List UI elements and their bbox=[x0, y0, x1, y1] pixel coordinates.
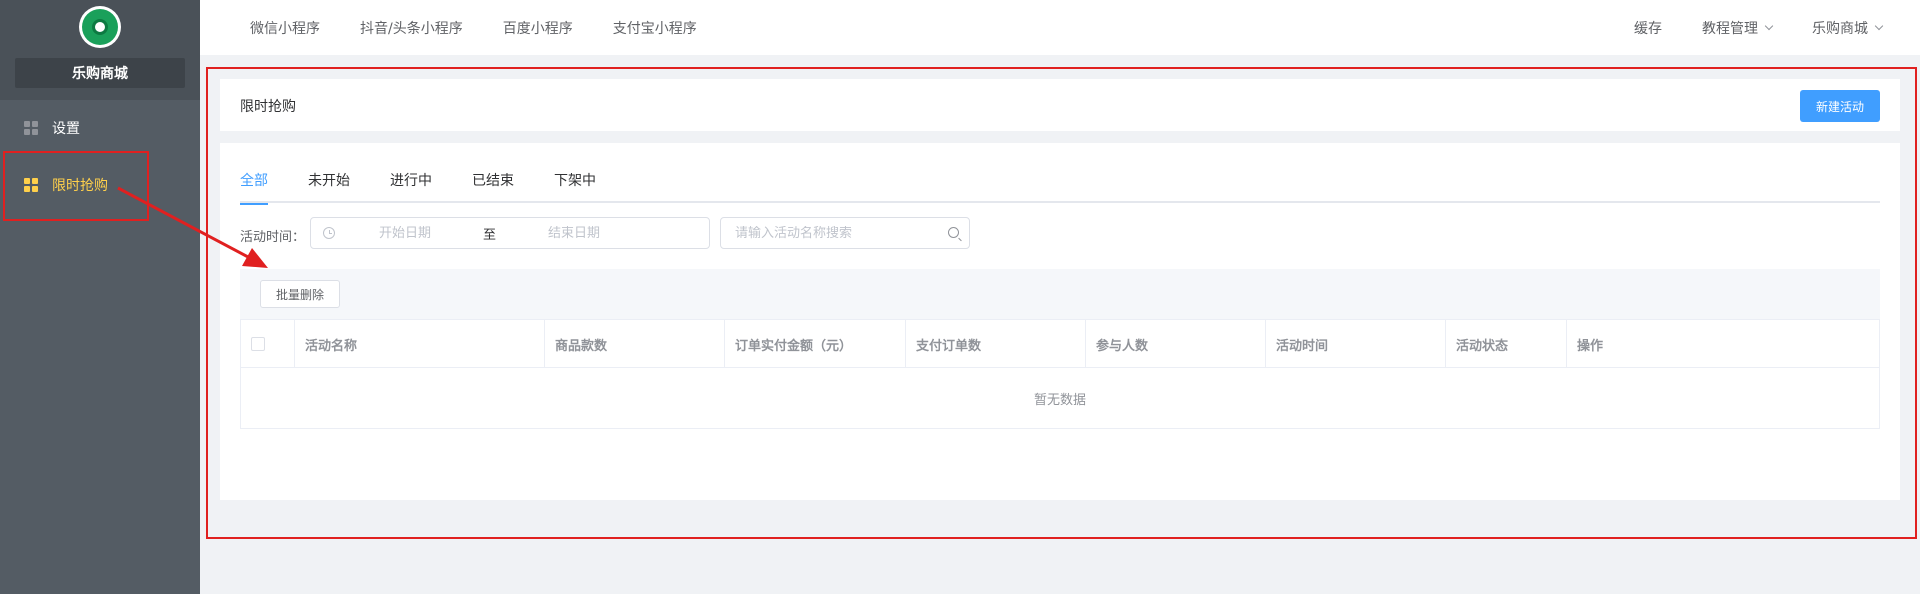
cache-label: 缓存 bbox=[1634, 20, 1662, 37]
annotation-highlight-box bbox=[206, 67, 1917, 539]
chevron-down-icon bbox=[1874, 21, 1884, 30]
tutorial-label: 教程管理 bbox=[1702, 20, 1758, 37]
topnav-tab-baidu[interactable]: 百度小程序 bbox=[503, 18, 573, 38]
sidebar-header: 乐购商城 bbox=[0, 0, 200, 100]
shop-logo bbox=[79, 6, 121, 48]
tutorial-dropdown[interactable]: 教程管理 bbox=[1702, 18, 1774, 38]
shop-name: 乐购商城 bbox=[15, 58, 185, 88]
shop-label: 乐购商城 bbox=[1812, 20, 1868, 37]
topnav-tab-alipay[interactable]: 支付宝小程序 bbox=[613, 18, 697, 38]
shop-dropdown[interactable]: 乐购商城 bbox=[1812, 18, 1884, 38]
top-navigation: 微信小程序 抖音/头条小程序 百度小程序 支付宝小程序 缓存 教程管理 乐购商城 bbox=[200, 0, 1920, 55]
sidebar-item-settings[interactable]: 设置 bbox=[0, 100, 200, 156]
sidebar: 乐购商城 设置 限时抢购 bbox=[0, 0, 200, 594]
chevron-down-icon bbox=[1764, 21, 1774, 30]
sidebar-item-label: 设置 bbox=[52, 121, 80, 137]
topnav-tab-wechat[interactable]: 微信小程序 bbox=[250, 18, 320, 38]
cache-link[interactable]: 缓存 bbox=[1634, 18, 1662, 38]
topnav-tab-douyin[interactable]: 抖音/头条小程序 bbox=[360, 18, 463, 38]
grid-icon bbox=[24, 121, 38, 135]
annotation-highlight-box bbox=[3, 151, 149, 221]
logo-inner bbox=[82, 9, 118, 45]
logo-core bbox=[92, 19, 108, 35]
topnav-right: 缓存 教程管理 乐购商城 bbox=[1594, 0, 1884, 55]
